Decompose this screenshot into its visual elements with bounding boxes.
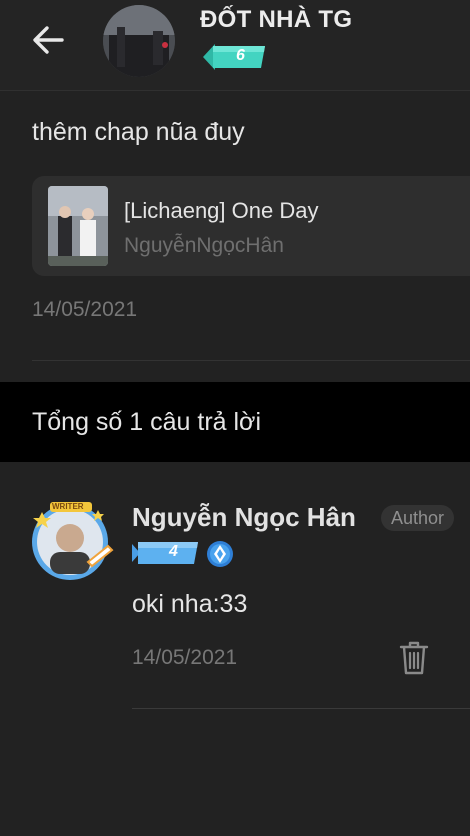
replies-count-label: Tổng số 1 câu trả lời [32,408,262,436]
back-button[interactable] [28,20,68,60]
comment-date: 14/05/2021 [32,298,138,321]
delete-reply-button[interactable] [398,640,430,676]
trash-icon [399,641,429,675]
page-title: ĐỐT NHÀ TG [200,6,353,33]
divider [32,360,470,361]
author-tag: Author [381,505,455,531]
reply-level-number: 4 [169,543,178,560]
reply-author-name[interactable]: Nguyễn Ngọc Hân [132,502,356,533]
level-number: 6 [236,47,245,64]
story-title: [Lichaeng] One Day [124,198,319,223]
level-badge: 6 [203,44,265,70]
divider [132,708,470,709]
story-cover-image [48,186,108,266]
reply-level-badge: 4 [132,540,198,566]
comment-text: thêm chap nũa đuy [32,118,245,146]
reply-avatar[interactable]: WRITER [28,498,118,582]
story-author: NguyễnNgọcHân [124,234,284,257]
arrow-left-icon [33,26,64,54]
reply-date: 14/05/2021 [132,646,238,669]
frame-label: WRITER [52,502,84,511]
group-avatar[interactable] [103,5,175,77]
reply-text: oki nha:33 [132,590,248,618]
diamond-badge-icon [206,540,234,568]
